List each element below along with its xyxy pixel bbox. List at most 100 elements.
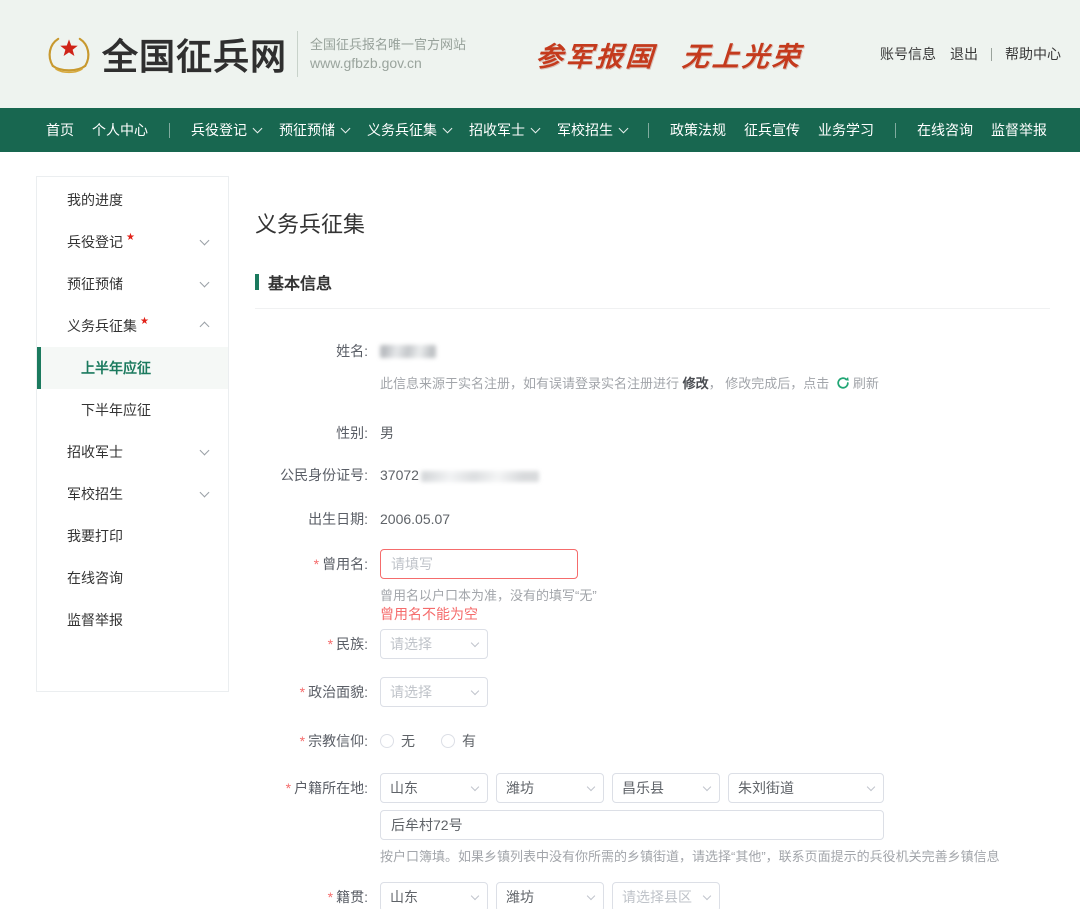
section-basic-info: 基本信息 [255, 270, 1050, 309]
site-header: 全国征兵网 全国征兵报名唯一官方网站 www.gfbzb.gov.cn 参军报国… [0, 0, 1080, 108]
name-label: 姓名: [255, 341, 368, 361]
form-row-gender: 性别: 男 [255, 423, 1050, 443]
required-marker: * [328, 889, 333, 905]
nav-conscription[interactable]: 义务兵征集 [367, 120, 451, 140]
former-name-input[interactable] [380, 549, 578, 579]
required-marker: * [314, 556, 319, 572]
residence-label: *户籍所在地: [255, 773, 368, 803]
sidebar: 我的进度 兵役登记★ 预征预储 义务兵征集★ 上半年应征 下半年应征 招收军士 … [36, 176, 229, 692]
form-row-residence: *户籍所在地: 山东 潍坊 昌乐县 朱刘街道 按户口簿填。如果乡镇列表中没有你所… [255, 773, 1050, 866]
chevron-down-icon [703, 892, 711, 900]
refresh-action[interactable]: 刷新 [833, 376, 879, 391]
religion-radio-group: 无 有 [380, 731, 502, 751]
name-value [380, 341, 879, 361]
nav-supervision-report[interactable]: 监督举报 [991, 120, 1047, 140]
sidebar-item-progress[interactable]: 我的进度 [37, 179, 228, 221]
residence-city-select[interactable]: 潍坊 [496, 773, 604, 803]
help-center-link[interactable]: 帮助中心 [1005, 44, 1061, 64]
account-info-link[interactable]: 账号信息 [880, 44, 936, 64]
sidebar-item-first-half[interactable]: 上半年应征 [37, 347, 228, 389]
residence-selects: 山东 潍坊 昌乐县 朱刘街道 [380, 773, 1000, 803]
nav-separator [895, 123, 896, 138]
chevron-down-icon [471, 783, 479, 791]
origin-province-select[interactable]: 山东 [380, 882, 488, 909]
chevron-down-icon [200, 488, 210, 498]
id-number-value: 37072 [380, 465, 539, 485]
political-status-label: *政治面貌: [255, 677, 368, 707]
sidebar-item-second-half[interactable]: 下半年应征 [37, 389, 228, 431]
form-row-origin: *籍贯: 山东 潍坊 请选择县区 [255, 882, 1050, 909]
sidebar-item-online-consult[interactable]: 在线咨询 [37, 557, 228, 599]
residence-province-select[interactable]: 山东 [380, 773, 488, 803]
form-row-id-number: 公民身份证号: 37072 [255, 465, 1050, 485]
chevron-down-icon [531, 123, 541, 133]
chevron-down-icon [200, 278, 210, 288]
site-url: www.gfbzb.gov.cn [310, 54, 466, 73]
ethnicity-select[interactable]: 请选择 [380, 629, 488, 659]
refresh-icon [836, 376, 850, 390]
nav-business-study[interactable]: 业务学习 [818, 120, 874, 140]
nav-home[interactable]: 首页 [46, 120, 74, 140]
sidebar-item-pre-recruit[interactable]: 预征预储 [37, 263, 228, 305]
chevron-down-icon [200, 446, 210, 456]
chevron-down-icon [341, 123, 351, 133]
nav-service-registration[interactable]: 兵役登记 [191, 120, 261, 140]
nav-military-academy[interactable]: 军校招生 [557, 120, 627, 140]
religion-label: *宗教信仰: [255, 731, 368, 751]
nav-policy[interactable]: 政策法规 [670, 120, 726, 140]
required-star-icon: ★ [126, 232, 135, 243]
page-body: 我的进度 兵役登记★ 预征预储 义务兵征集★ 上半年应征 下半年应征 招收军士 … [0, 152, 1080, 909]
sidebar-item-recruit-sergeant[interactable]: 招收军士 [37, 431, 228, 473]
former-name-label: *曾用名: [255, 549, 368, 579]
nav-propaganda[interactable]: 征兵宣传 [744, 120, 800, 140]
origin-county-select[interactable]: 请选择县区 [612, 882, 720, 909]
gender-label: 性别: [255, 423, 368, 443]
sidebar-item-military-academy[interactable]: 军校招生 [37, 473, 228, 515]
logout-link[interactable]: 退出 [950, 44, 978, 64]
required-marker: * [300, 733, 305, 749]
radio-icon [380, 734, 394, 748]
nav-pre-recruit[interactable]: 预征预储 [279, 120, 349, 140]
chevron-down-icon [471, 639, 479, 647]
nav-personal-center[interactable]: 个人中心 [92, 120, 148, 140]
origin-city-select[interactable]: 潍坊 [496, 882, 604, 909]
form-row-religion: *宗教信仰: 无 有 [255, 731, 1050, 751]
former-name-note: 曾用名以户口本为准，没有的填写“无” [380, 587, 597, 605]
sidebar-item-conscription[interactable]: 义务兵征集★ [37, 305, 228, 347]
basic-info-form: 姓名: 此信息来源于实名注册，如有误请登录实名注册进行 修改， 修改完成后，点击… [255, 341, 1050, 909]
sidebar-item-report[interactable]: 监督举报 [37, 599, 228, 641]
birth-date-value: 2006.05.07 [380, 509, 450, 529]
chevron-down-icon [471, 892, 479, 900]
redacted-id-digits [421, 471, 539, 482]
nav-online-consult[interactable]: 在线咨询 [917, 120, 973, 140]
religion-radio-yes[interactable]: 有 [441, 731, 476, 751]
form-row-birth-date: 出生日期: 2006.05.07 [255, 509, 1050, 529]
form-row-former-name: *曾用名: 曾用名以户口本为准，没有的填写“无” 曾用名不能为空 [255, 549, 1050, 623]
slogan-calligraphy: 参军报国 无上光荣 [535, 35, 804, 74]
account-links: 账号信息 退出 帮助中心 [873, 44, 1070, 64]
redacted-name [380, 345, 436, 358]
residence-town-select[interactable]: 朱刘街道 [728, 773, 884, 803]
section-accent-bar [255, 274, 259, 290]
site-name: 全国征兵网 [102, 28, 287, 80]
political-status-select[interactable]: 请选择 [380, 677, 488, 707]
sidebar-item-service-registration[interactable]: 兵役登记★ [37, 221, 228, 263]
religion-radio-none[interactable]: 无 [380, 731, 415, 751]
name-note: 此信息来源于实名注册，如有误请登录实名注册进行 修改， 修改完成后，点击 刷新 [380, 375, 879, 393]
nav-recruit-sergeant[interactable]: 招收军士 [469, 120, 539, 140]
main-content: 义务兵征集 基本信息 姓名: 此信息来源于实名注册，如有误请登录实名注册进行 修… [255, 176, 1080, 909]
header-divider [297, 31, 298, 77]
residence-address-input[interactable] [380, 810, 884, 840]
required-marker: * [328, 636, 333, 652]
chevron-down-icon [703, 783, 711, 791]
residence-county-select[interactable]: 昌乐县 [612, 773, 720, 803]
chevron-down-icon [253, 123, 263, 133]
site-logo-emblem [42, 20, 96, 88]
main-nav: 首页 个人中心 兵役登记 预征预储 义务兵征集 招收军士 军校招生 政策法规 征… [0, 108, 1080, 152]
modify-link[interactable]: 修改 [683, 376, 709, 391]
chevron-down-icon [200, 236, 210, 246]
chevron-down-icon [587, 783, 595, 791]
origin-label: *籍贯: [255, 882, 368, 909]
chevron-down-icon [443, 123, 453, 133]
sidebar-item-print[interactable]: 我要打印 [37, 515, 228, 557]
